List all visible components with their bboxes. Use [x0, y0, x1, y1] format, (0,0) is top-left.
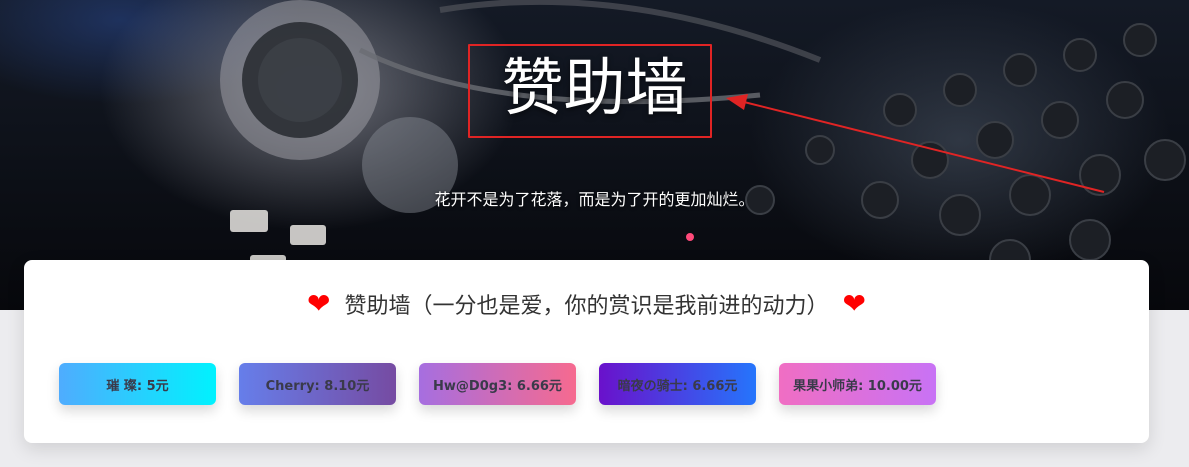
- sponsor-chip[interactable]: Hw@D0g3: 6.66元: [419, 363, 576, 405]
- heart-icon: ❤: [307, 287, 331, 320]
- page-subtitle: 花开不是为了花落，而是为了开的更加灿烂。: [434, 190, 755, 209]
- sponsor-chip[interactable]: 暗夜の骑士: 6.66元: [599, 363, 756, 405]
- page-title: 赞助墙: [501, 51, 688, 124]
- sponsor-chip[interactable]: 果果小师弟: 10.00元: [779, 363, 936, 405]
- sponsor-list: 璀 璨: 5元 Cherry: 8.10元 Hw@D0g3: 6.66元 暗夜の…: [59, 363, 959, 405]
- heart-icon: ❤: [842, 287, 866, 320]
- sponsor-heading-text: 赞助墙（一分也是爱，你的赏识是我前进的动力）: [344, 294, 829, 319]
- sponsor-chip[interactable]: Cherry: 8.10元: [239, 363, 396, 405]
- sponsor-card: ❤ 赞助墙（一分也是爱，你的赏识是我前进的动力） ❤ 璀 璨: 5元 Cherr…: [24, 260, 1149, 443]
- sponsor-chip[interactable]: 璀 璨: 5元: [59, 363, 216, 405]
- sponsor-heading: ❤ 赞助墙（一分也是爱，你的赏识是我前进的动力） ❤: [24, 288, 1149, 320]
